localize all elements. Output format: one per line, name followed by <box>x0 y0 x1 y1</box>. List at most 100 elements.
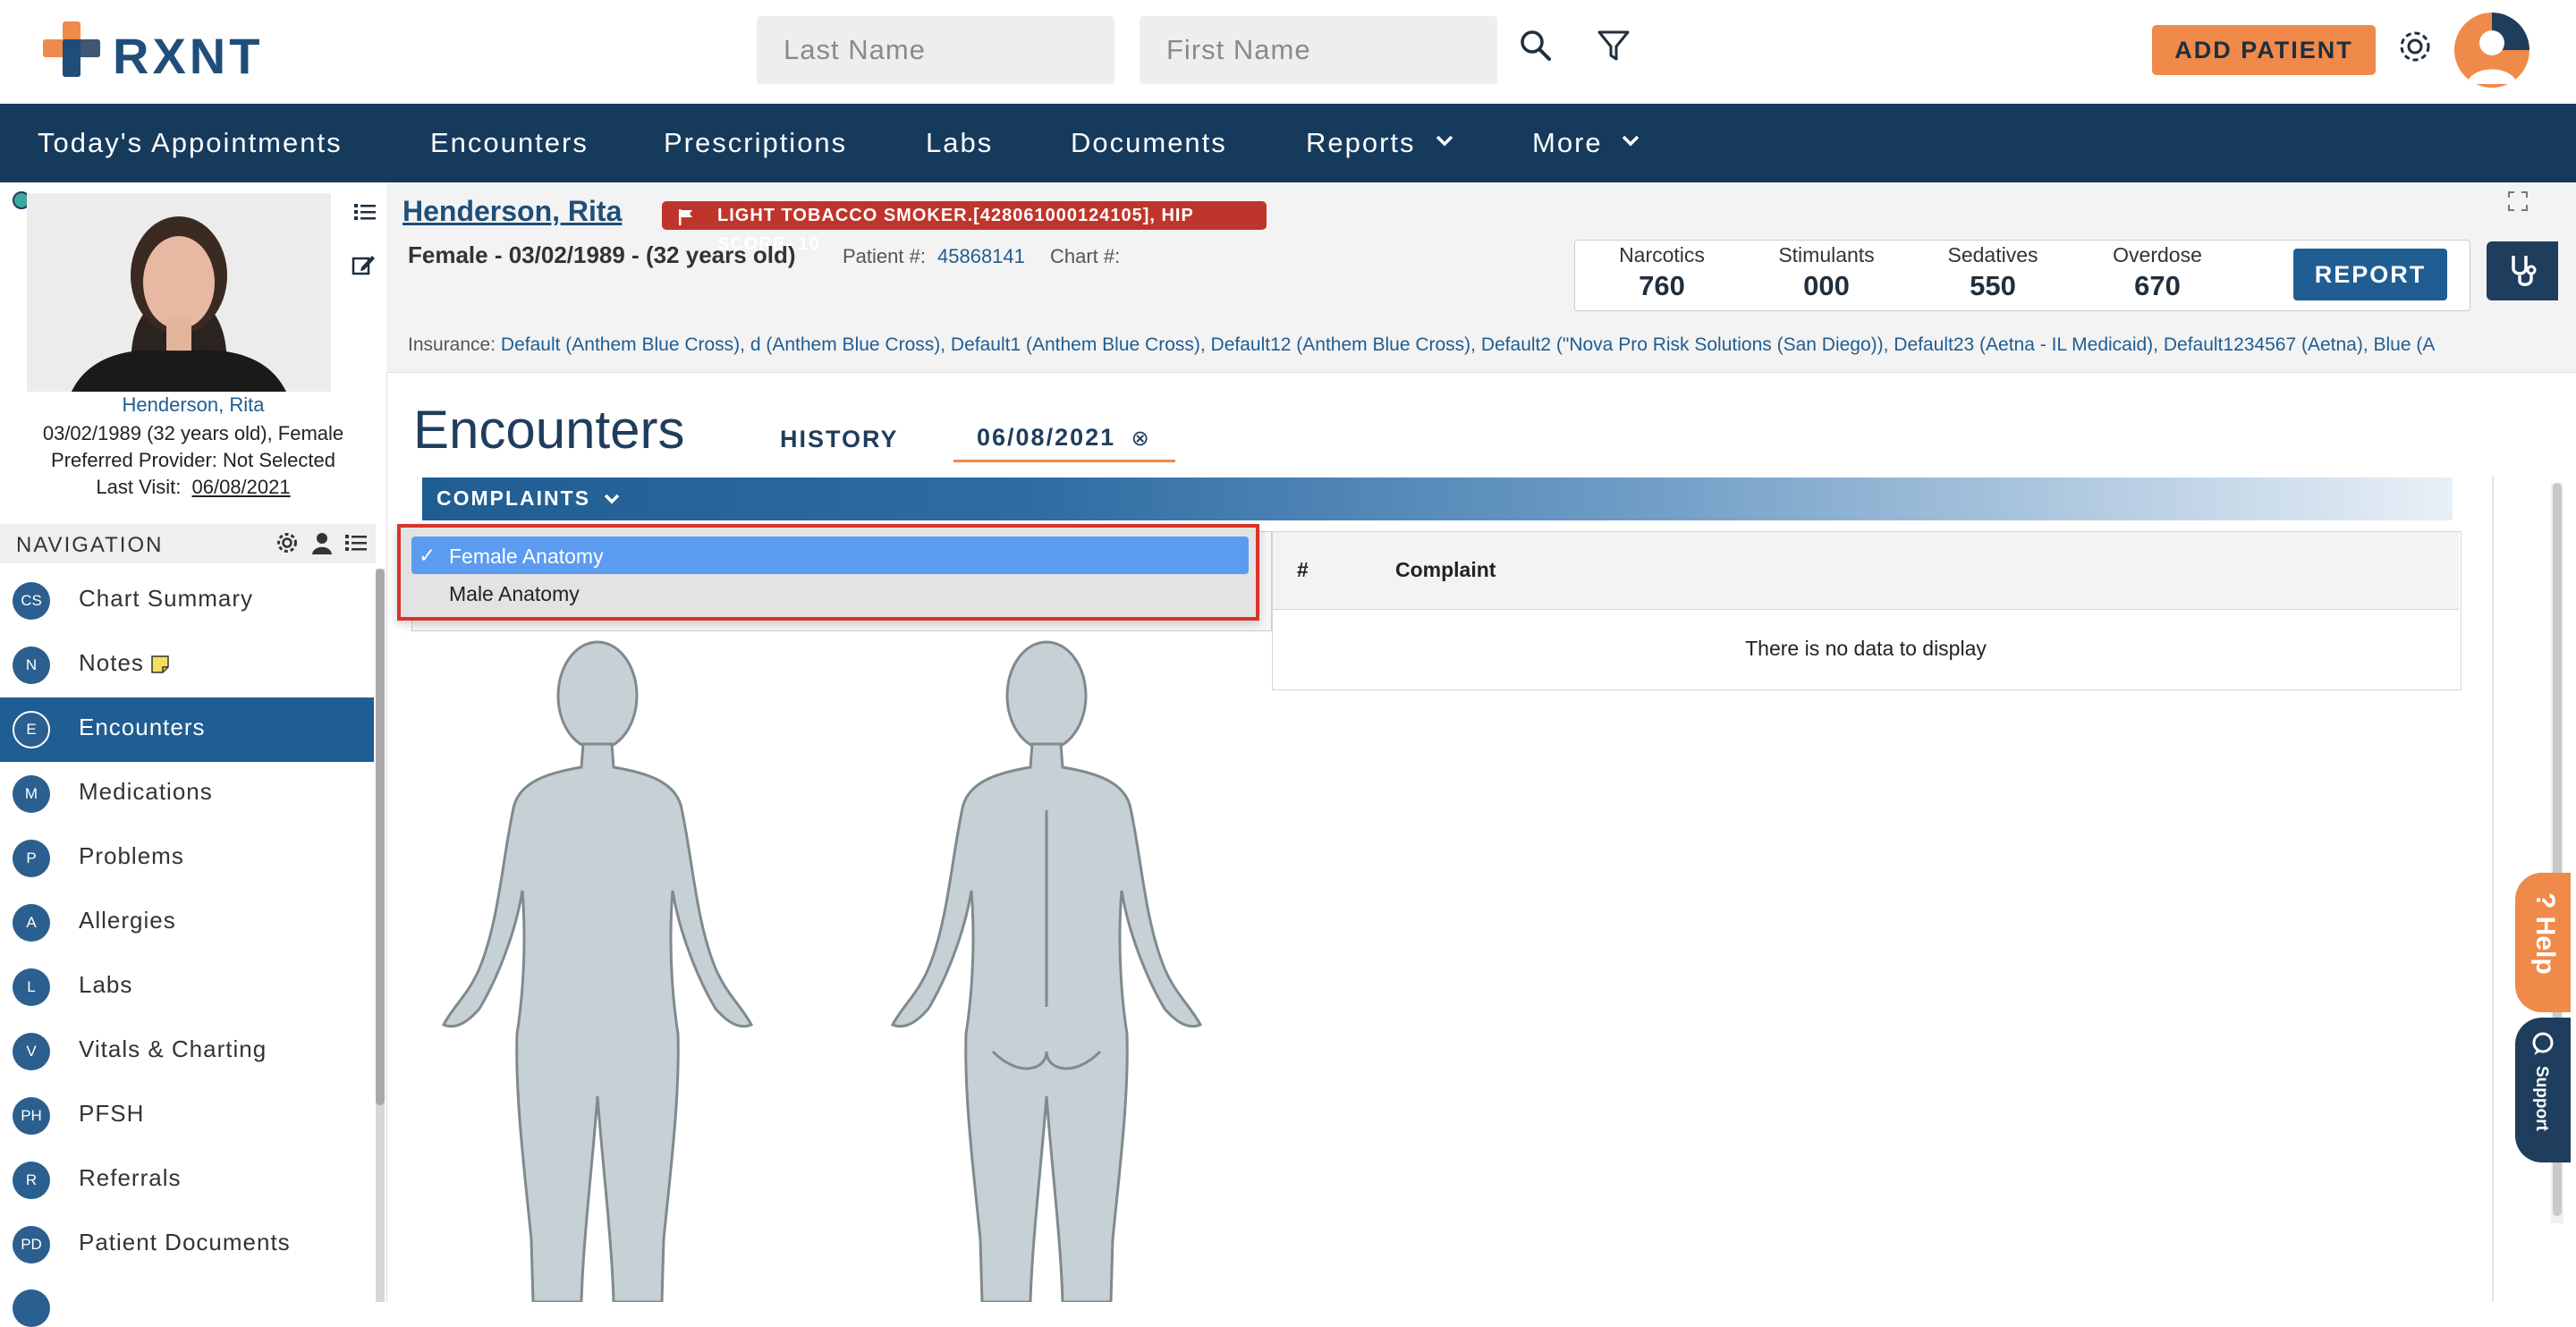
report-button[interactable]: REPORT <box>2293 249 2447 300</box>
sidebar-item-chart-summary[interactable]: CS Chart Summary <box>0 569 374 634</box>
option-male-anatomy[interactable]: Male Anatomy <box>411 574 1249 612</box>
navigation-list-icon[interactable] <box>343 531 369 559</box>
nav-prescriptions[interactable]: Prescriptions <box>664 104 847 182</box>
chat-bubble-icon <box>2529 1030 2556 1061</box>
nav-more[interactable]: More <box>1532 104 1603 182</box>
complaints-label: COMPLAINTS <box>436 486 591 510</box>
navigation-person-icon[interactable] <box>311 531 333 559</box>
search-icon[interactable] <box>1517 27 1555 64</box>
support-tab[interactable]: Support <box>2515 1018 2571 1162</box>
more-chevron-down-icon[interactable] <box>1621 134 1640 153</box>
sidebar-item-labs[interactable]: L Labs <box>0 955 374 1020</box>
active-tab-underline <box>953 460 1175 462</box>
sidebar-item-problems[interactable]: P Problems <box>0 826 374 892</box>
add-patient-button[interactable]: ADD PATIENT <box>2152 25 2376 75</box>
option-label: Male Anatomy <box>449 582 580 605</box>
sidebar-item-patient-documents[interactable]: PD Patient Documents <box>0 1213 374 1278</box>
anatomy-body-diagram[interactable] <box>411 631 1252 1304</box>
close-circle-icon[interactable]: ⊗ <box>1131 427 1151 451</box>
chart-summary-abbr: CS <box>13 582 50 620</box>
narcotics-label: Narcotics <box>1619 243 1705 266</box>
sidebar-patient-name[interactable]: Henderson, Rita <box>0 393 386 417</box>
edit-patient-icon[interactable] <box>351 252 376 277</box>
help-text: Help <box>2530 916 2560 975</box>
content-right-border <box>2492 476 2494 1302</box>
sidebar-item-label: Referrals <box>79 1164 182 1191</box>
last-visit-label: Last Visit: <box>96 476 182 498</box>
sidebar-item-label: Notes <box>79 649 144 676</box>
patient-list-icon[interactable] <box>352 200 377 224</box>
option-label: Female Anatomy <box>449 545 604 568</box>
insurance-list[interactable]: Default (Anthem Blue Cross), d (Anthem B… <box>501 334 2435 355</box>
settings-gear-icon[interactable] <box>2395 27 2435 66</box>
sidebar-patient-dob: 03/02/1989 (32 years old), Female <box>42 422 344 444</box>
patient-name-link[interactable]: Henderson, Rita <box>402 195 622 228</box>
insurance-label: Insurance: <box>408 334 496 355</box>
navigation-settings-gear-icon[interactable] <box>275 531 299 559</box>
sidebar-item-allergies[interactable]: A Allergies <box>0 891 374 956</box>
patient-number-label: Patient #: <box>843 245 926 267</box>
overdose-label: Overdose <box>2113 243 2202 266</box>
nav-encounters[interactable]: Encounters <box>430 104 589 182</box>
sidebar-last-visit: Last Visit: 06/08/2021 <box>0 476 386 499</box>
sidebar-item-label: Chart Summary <box>79 585 254 612</box>
complaints-section-bar[interactable] <box>422 478 2453 520</box>
front-body-figure <box>441 640 754 1304</box>
last-name-input[interactable] <box>757 16 1114 84</box>
sedatives-label: Sedatives <box>1947 243 2038 266</box>
checkmark-icon: ✓ <box>419 544 436 567</box>
chart-number-label: Chart #: <box>1050 245 1121 267</box>
nav-reports[interactable]: Reports <box>1306 104 1416 182</box>
partial-item-circle <box>13 1289 50 1327</box>
encounters-abbr: E <box>13 711 50 748</box>
sidebar-item-label: Vitals & Charting <box>79 1035 267 1062</box>
reports-chevron-down-icon[interactable] <box>1435 134 1454 153</box>
nav-todays-appointments[interactable]: Today's Appointments <box>38 104 343 182</box>
help-label: ? Help <box>2529 892 2560 975</box>
patient-number[interactable]: 45868141 <box>937 245 1025 268</box>
column-header-complaint[interactable]: Complaint <box>1395 558 1496 582</box>
sidebar-item-referrals[interactable]: R Referrals <box>0 1148 374 1213</box>
patient-photo <box>27 193 331 392</box>
sidebar-item-label: Allergies <box>79 907 176 934</box>
sidebar-item-medications[interactable]: M Medications <box>0 762 374 827</box>
tab-history[interactable]: HISTORY <box>780 426 899 453</box>
sticky-note-icon <box>150 655 170 674</box>
tab-encounter-date[interactable]: 06/08/2021 ⊗ <box>977 424 1151 452</box>
flag-icon <box>678 207 694 235</box>
stimulants-label: Stimulants <box>1778 243 1875 266</box>
option-female-anatomy[interactable]: ✓ Female Anatomy <box>411 537 1249 574</box>
sidebar-item-pfsh[interactable]: PH PFSH <box>0 1084 374 1149</box>
sidebar-item-notes[interactable]: N Notes <box>0 633 374 698</box>
nav-documents[interactable]: Documents <box>1071 104 1227 182</box>
last-visit-date[interactable]: 06/08/2021 <box>192 476 291 498</box>
overdose-value: 670 <box>2134 270 2181 301</box>
filter-icon[interactable] <box>1596 27 1631 64</box>
insurance-line: Insurance: Default (Anthem Blue Cross), … <box>408 334 2576 356</box>
sidebar-item-encounters[interactable]: E Encounters <box>0 697 374 763</box>
stethoscope-icon <box>2512 256 2537 286</box>
user-avatar[interactable] <box>2454 13 2529 88</box>
nav-labs[interactable]: Labs <box>926 104 993 182</box>
patient-demographics: Female - 03/02/1989 - (32 years old) <box>408 241 796 268</box>
user-avatar-icon <box>2467 13 2529 84</box>
sidebar-item-partial[interactable] <box>0 1277 374 1327</box>
encounters-title: Encounters <box>413 400 685 460</box>
sidebar-item-label: Encounters <box>79 714 206 740</box>
stimulants-value: 000 <box>1803 270 1850 301</box>
main-nav-bar <box>0 104 2576 182</box>
complaints-toggle[interactable]: COMPLAINTS <box>436 486 621 511</box>
sidebar-item-vitals-charting[interactable]: V Vitals & Charting <box>0 1019 374 1085</box>
column-header-number[interactable]: # <box>1297 558 1309 582</box>
pfsh-abbr: PH <box>13 1097 50 1135</box>
sidebar-item-label: Problems <box>79 842 184 869</box>
sidebar-item-label: Patient Documents <box>79 1229 291 1255</box>
medications-abbr: M <box>13 775 50 813</box>
help-tab[interactable]: ? Help <box>2515 873 2571 1012</box>
first-name-input[interactable] <box>1140 16 1497 84</box>
alert-badge[interactable]: LIGHT TOBACCO SMOKER.[428061000124105], … <box>662 201 1267 254</box>
sidebar-scrollbar-thumb[interactable] <box>376 569 385 1105</box>
logo-text: RXNT <box>113 28 264 84</box>
stethoscope-button[interactable] <box>2487 241 2558 300</box>
expand-icon[interactable] <box>2506 190 2529 213</box>
